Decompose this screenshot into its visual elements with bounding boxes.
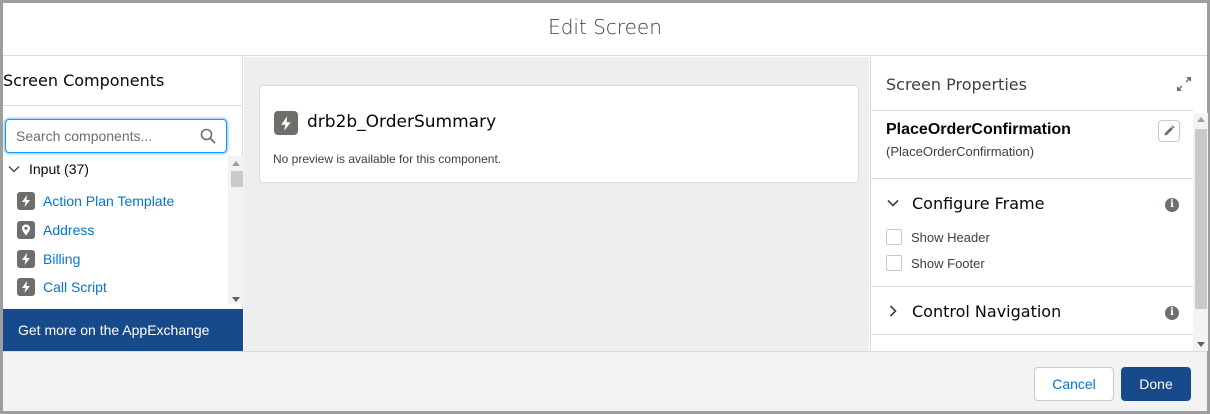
divider [3,105,242,106]
scroll-up-arrow-icon[interactable] [232,161,240,166]
edit-screen-modal: Edit Screen Screen Components Input (37)… [0,0,1210,414]
screen-properties-panel: Screen Properties PlaceOrderConfirmation… [870,57,1208,351]
divider [871,334,1193,335]
edit-screen-button[interactable] [1158,120,1180,142]
bolt-icon [17,250,35,268]
components-panel-title: Screen Components [3,71,165,90]
control-navigation-toggle[interactable]: Control Navigation [886,299,1061,323]
divider [871,178,1193,179]
info-icon[interactable]: i [1165,198,1179,212]
appexchange-link[interactable]: Get more on the AppExchange [3,309,243,351]
show-footer-checkbox[interactable]: Show Footer [886,254,985,272]
screen-canvas: drb2b_OrderSummary No preview is availab… [244,57,869,351]
scrollbar-thumb[interactable] [1195,129,1207,309]
control-navigation-label: Control Navigation [912,301,1062,321]
expand-icon[interactable] [1176,76,1192,92]
scroll-up-arrow-icon[interactable] [1197,117,1205,122]
component-item-label: Address [43,222,95,238]
show-header-checkbox[interactable]: Show Header [886,228,990,246]
component-item-label: Billing [43,251,81,267]
input-group-label: Input (37) [29,161,89,177]
info-icon[interactable]: i [1165,306,1179,320]
component-card-note: No preview is available for this compone… [273,152,502,166]
input-group-toggle[interactable]: Input (37) [7,159,89,179]
done-button[interactable]: Done [1121,367,1191,401]
cancel-button[interactable]: Cancel [1034,367,1114,401]
search-icon[interactable] [200,128,216,144]
component-card-title: drb2b_OrderSummary [307,112,497,132]
checkbox-box[interactable] [886,255,902,271]
component-item-action-plan-template[interactable]: Action Plan Template [17,190,174,212]
chevron-right-icon [889,305,897,317]
chevron-down-icon [887,199,899,207]
scroll-down-arrow-icon[interactable] [232,297,240,302]
properties-scrollbar[interactable] [1193,113,1208,351]
modal-title: Edit Screen [548,15,662,39]
component-item-label: Action Plan Template [43,193,175,209]
search-input[interactable] [16,127,196,145]
component-item-address[interactable]: Address [17,219,94,241]
bolt-icon [274,111,298,135]
show-header-label: Show Header [911,229,990,245]
component-card[interactable]: drb2b_OrderSummary No preview is availab… [259,85,859,183]
components-scrollbar[interactable] [228,156,244,304]
properties-panel-title: Screen Properties [886,75,1027,94]
screen-api-name: (PlaceOrderConfirmation) [886,144,1035,159]
scrollbar-thumb[interactable] [231,171,243,187]
search-box[interactable] [5,119,227,153]
pencil-icon [1164,125,1175,136]
show-footer-label: Show Footer [911,255,985,271]
component-item-billing[interactable]: Billing [17,248,80,270]
component-item-label: Call Script [43,279,107,295]
scroll-down-arrow-icon[interactable] [1197,342,1205,347]
screen-label: PlaceOrderConfirmation [886,121,1071,138]
modal-footer: Cancel Done [3,351,1207,411]
modal-header: Edit Screen [3,3,1207,56]
checkbox-box[interactable] [886,229,902,245]
bolt-icon [17,278,35,296]
component-item-call-script[interactable]: Call Script [17,276,107,298]
configure-frame-toggle[interactable]: Configure Frame [886,191,1044,215]
screen-components-panel: Screen Components Input (37) Action Plan… [3,57,244,351]
bolt-icon [17,192,35,210]
location-pin-icon [17,221,35,239]
chevron-down-icon [8,166,20,173]
configure-frame-label: Configure Frame [912,193,1045,213]
divider [871,286,1193,287]
divider [871,110,1193,111]
